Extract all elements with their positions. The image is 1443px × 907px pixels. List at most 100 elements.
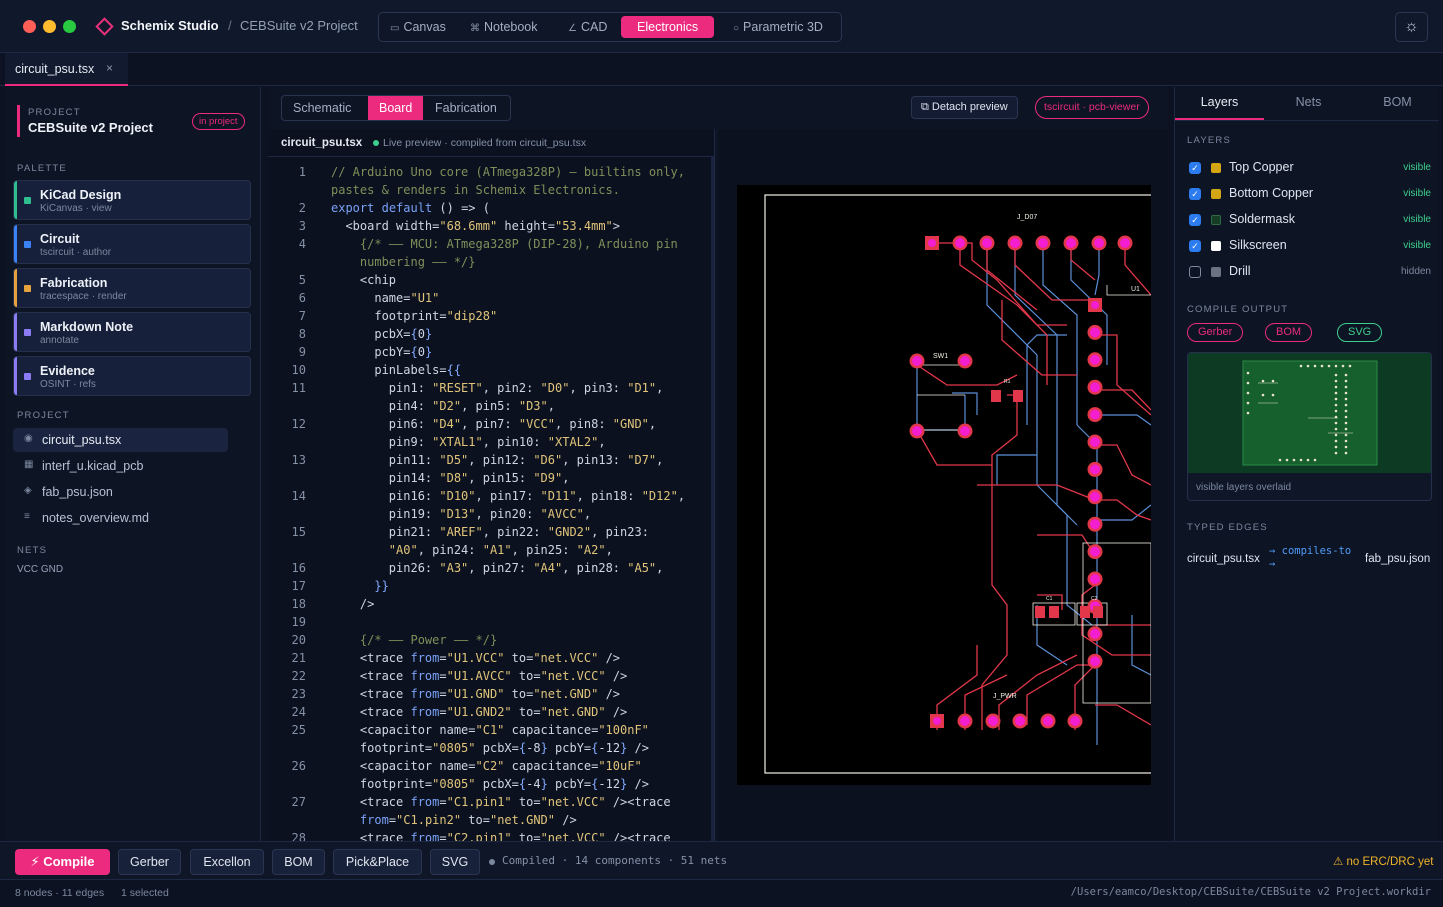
json-file-icon: ◈: [24, 485, 32, 496]
line-number: 9: [298, 345, 306, 359]
detach-preview-button[interactable]: ⧉ Detach preview: [911, 96, 1018, 119]
fabrication-icon: [24, 285, 31, 292]
palette-accent: [14, 313, 17, 351]
mode-electronics[interactable]: Electronics: [621, 16, 715, 38]
export-svg-button[interactable]: SVG: [430, 849, 480, 875]
layer-checkbox[interactable]: [1189, 266, 1201, 278]
mode-parametric-3d[interactable]: ○ Parametric 3D: [725, 16, 831, 38]
minimize-window-button[interactable]: [43, 20, 56, 33]
label-u1: U1: [1131, 286, 1140, 293]
tab-bom[interactable]: BOM: [1353, 95, 1442, 120]
line-number: 2: [298, 201, 306, 215]
compile-preview-card[interactable]: visible layers overlaid: [1187, 352, 1432, 501]
close-icon[interactable]: ×: [106, 61, 113, 75]
output-svg-chip[interactable]: SVG: [1337, 323, 1383, 342]
kicad-icon: [24, 197, 31, 204]
layer-silkscreen[interactable]: ✓ Silkscreen visible: [1175, 235, 1439, 255]
line-number: 7: [298, 309, 306, 323]
file-item-fab-json[interactable]: ◈ fab_psu.json: [13, 480, 228, 504]
line-number: 11: [291, 381, 306, 395]
palette-subtitle: OSINT · refs: [40, 379, 96, 390]
notebook-icon: ⌘: [470, 23, 480, 34]
file-item-kicad-pcb[interactable]: ▦ interf_u.kicad_pcb: [13, 454, 228, 478]
layer-checkbox[interactable]: ✓: [1189, 162, 1201, 174]
tab-nets[interactable]: Nets: [1264, 95, 1353, 120]
palette-subtitle: tscircuit · author: [40, 247, 112, 258]
nets-value: VCC GND: [17, 564, 64, 575]
line-number: 20: [291, 633, 306, 647]
palette-accent: [14, 357, 17, 395]
layer-drill[interactable]: Drill hidden: [1175, 261, 1439, 281]
layer-top-copper[interactable]: ✓ Top Copper visible: [1175, 157, 1439, 177]
palette-subtitle: tracespace · render: [40, 291, 127, 302]
label-r1: R1: [1004, 379, 1011, 385]
export-pick-place-button[interactable]: Pick&Place: [333, 849, 422, 875]
zoom-window-button[interactable]: [63, 20, 76, 33]
close-window-button[interactable]: [23, 20, 36, 33]
palette-circuit[interactable]: Circuit tscircuit · author: [13, 224, 251, 264]
export-gerber-button[interactable]: Gerber: [118, 849, 181, 875]
layer-swatch: [1211, 267, 1221, 277]
selection-count: 1 selected: [121, 887, 169, 899]
compile-status-dot: [489, 859, 495, 865]
layer-state: visible: [1403, 240, 1431, 251]
palette-kicad-design[interactable]: KiCad Design KiCanvas · view: [13, 180, 251, 220]
compile-status: Compiled · 14 components · 51 nets: [502, 854, 728, 867]
file-name: circuit_psu.tsx: [42, 433, 122, 447]
line-number: 4: [298, 237, 306, 251]
label-c1: C1: [1046, 596, 1053, 602]
palette-markdown-note[interactable]: Markdown Note annotate: [13, 312, 251, 352]
editor-scrollbar[interactable]: [711, 157, 714, 841]
tab-layers[interactable]: Layers: [1175, 95, 1264, 120]
layer-name: Silkscreen: [1229, 238, 1287, 252]
pcb-canvas[interactable]: J_D07 U1 SW1 R1 C1 C2 J_PWR: [737, 185, 1151, 785]
line-number: 3: [298, 219, 306, 233]
compile-button[interactable]: ⚡ Compile: [15, 849, 110, 875]
palette-subtitle: annotate: [40, 335, 79, 346]
layer-checkbox[interactable]: ✓: [1189, 240, 1201, 252]
layer-checkbox[interactable]: ✓: [1189, 214, 1201, 226]
layer-checkbox[interactable]: ✓: [1189, 188, 1201, 200]
code-line: pin1: "RESET", pin2: "D0", pin3: "D1",: [331, 381, 664, 395]
sun-icon: ☼: [1404, 18, 1419, 35]
mode-cad[interactable]: ∠ CAD: [560, 16, 615, 38]
subtab-board[interactable]: Board: [368, 96, 424, 120]
pcb-file-icon: ▦: [24, 459, 34, 470]
theme-toggle-button[interactable]: ☼: [1395, 12, 1428, 42]
code-line: <trace from="U1.VCC" to="net.VCC" />: [331, 651, 621, 665]
edge-relation: → compiles-to →: [1269, 545, 1352, 570]
breadcrumb-separator: /: [228, 18, 232, 33]
palette-fabrication[interactable]: Fabrication tracespace · render: [13, 268, 251, 308]
file-item-notes-md[interactable]: ≡ notes_overview.md: [13, 506, 228, 530]
tab-circuit-psu[interactable]: circuit_psu.tsx ×: [5, 53, 128, 86]
left-sidebar: PROJECT CEBSuite v2 Project in project P…: [5, 87, 261, 841]
edge-target[interactable]: fab_psu.json: [1365, 553, 1430, 565]
code-editor[interactable]: circuit_psu.tsx Live preview · compiled …: [268, 129, 715, 841]
code-line: numbering —— */}: [331, 255, 476, 269]
output-gerber-chip[interactable]: Gerber: [1187, 323, 1244, 342]
editor-file-name: circuit_psu.tsx: [281, 137, 363, 149]
live-preview-status: Live preview · compiled from circuit_psu…: [383, 137, 587, 149]
line-number: 13: [291, 453, 306, 467]
line-number: 17: [291, 579, 306, 593]
code-line: // Arduino Uno core (ATmega328P) — built…: [331, 165, 686, 179]
layer-soldermask[interactable]: ✓ Soldermask visible: [1175, 209, 1439, 229]
breadcrumb-project[interactable]: CEBSuite v2 Project: [240, 18, 358, 33]
layer-swatch: [1211, 215, 1221, 225]
subtab-fabrication[interactable]: Fabrication: [424, 96, 508, 120]
mode-canvas[interactable]: ▭ Canvas: [382, 16, 454, 38]
mode-notebook[interactable]: ⌘ Notebook: [462, 16, 546, 38]
subtab-schematic[interactable]: Schematic: [282, 96, 362, 120]
layer-name: Bottom Copper: [1229, 186, 1314, 200]
code-line: pcbY={0}: [331, 345, 433, 359]
file-name: interf_u.kicad_pcb: [42, 459, 144, 473]
export-bom-button[interactable]: BOM: [272, 849, 325, 875]
output-bom-chip[interactable]: BOM: [1265, 323, 1313, 342]
compile-output-label: COMPILE OUTPUT: [1187, 304, 1289, 315]
layer-bottom-copper[interactable]: ✓ Bottom Copper visible: [1175, 183, 1439, 203]
file-item-circuit-psu[interactable]: ◉ circuit_psu.tsx: [13, 428, 228, 452]
edge-source[interactable]: circuit_psu.tsx: [1187, 553, 1260, 565]
export-excellon-button[interactable]: Excellon: [190, 849, 264, 875]
line-number: 27: [291, 795, 306, 809]
palette-evidence[interactable]: Evidence OSINT · refs: [13, 356, 251, 396]
